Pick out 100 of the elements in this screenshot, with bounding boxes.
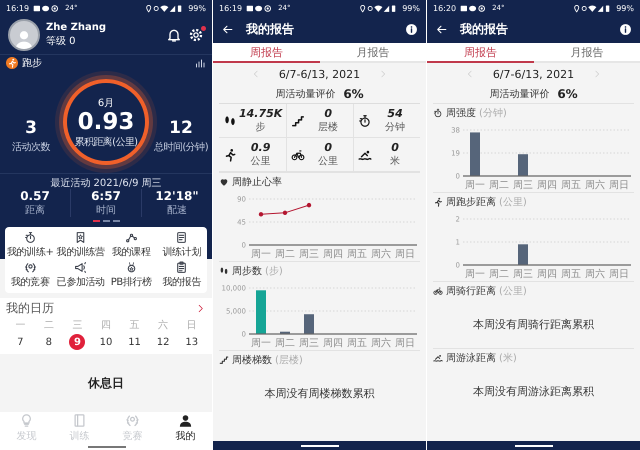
axis-label: 周二 (489, 180, 509, 191)
ring-value: 0.93 (78, 110, 134, 134)
shortcut-button[interactable]: 训练计划 (156, 230, 207, 260)
section-title: 周楼梯数 (232, 354, 272, 367)
stat-label: 活动次数 (12, 141, 50, 154)
avatar-placeholder[interactable] (8, 19, 40, 51)
back-arrow-icon[interactable] (221, 23, 234, 36)
section-unit: (公里) (499, 196, 527, 209)
recent-activity-title: 最近活动 2021/6/9 周三 (0, 173, 212, 189)
calendar-date[interactable]: 8 (40, 334, 57, 350)
person-icon (178, 413, 193, 428)
back-arrow-icon[interactable] (435, 23, 448, 36)
axis-label: 周日 (609, 180, 629, 191)
section-unit: (层楼) (275, 354, 303, 367)
tab[interactable]: 周报告 (427, 43, 534, 63)
stopwatch-icon (22, 231, 38, 244)
weekday-label: 日 (186, 319, 198, 332)
runner-icon (433, 197, 443, 207)
axis-label: 周三 (299, 338, 319, 349)
axis-label: 周四 (323, 249, 343, 260)
status-icons-drawing (146, 4, 184, 12)
weekday-label: 五 (128, 319, 141, 332)
stat-value: 0 (391, 141, 399, 154)
tab[interactable]: 月报告 (320, 43, 426, 63)
user-name: Zhe Zhang (46, 22, 106, 33)
sport-label[interactable]: 跑步 (22, 56, 42, 70)
calendar-date[interactable]: 13 (184, 334, 200, 350)
stat-unit: 步 (256, 120, 266, 134)
calendar-date[interactable]: 12 (155, 334, 172, 350)
tab[interactable]: 月报告 (534, 43, 640, 63)
tab[interactable]: 周报告 (213, 43, 320, 63)
screen-title: 我的报告 (246, 21, 294, 38)
bar (518, 244, 528, 265)
heart-icon (219, 177, 229, 187)
stat-value: 14.75K (239, 107, 282, 120)
swimmer-icon (433, 353, 443, 363)
page-indicator[interactable] (102, 220, 110, 222)
bar-chart-icon[interactable] (194, 57, 206, 69)
page-indicator[interactable] (112, 220, 120, 222)
axis-label: 周一 (251, 249, 271, 260)
laurel-icon (22, 261, 38, 274)
ring-month: 6月 (98, 96, 114, 110)
score-label: 周活动量评价 (275, 88, 336, 101)
settings-icon[interactable] (188, 27, 204, 43)
axis-label: 周五 (561, 269, 581, 280)
route-icon (124, 231, 139, 244)
user-level: 等级 0 (46, 35, 77, 48)
section-unit: (步) (265, 264, 283, 278)
section-title: 周步数 (232, 264, 262, 278)
section-title: 周跑步距离 (446, 196, 496, 209)
runner-icon (223, 148, 237, 162)
axis-label: 周三 (299, 249, 319, 260)
shortcut-button[interactable]: PB排行榜 (106, 260, 156, 290)
stat-value: 0.9 (250, 141, 270, 154)
axis-label: 周六 (371, 338, 391, 349)
book-icon (72, 413, 87, 428)
stat-value: 54 (387, 107, 403, 120)
battery-level: 99% (188, 4, 206, 12)
page-indicator[interactable] (92, 220, 100, 222)
section-title: 周游泳距离 (446, 352, 496, 365)
calendar-date[interactable]: 9 (69, 334, 86, 350)
axis-label: 周一 (465, 269, 485, 280)
axis-label: 周五 (347, 338, 367, 349)
axis-label: 周四 (537, 180, 557, 191)
screen-title: 我的报告 (460, 21, 508, 38)
stat-unit: 公里 (250, 155, 271, 168)
info-icon[interactable] (619, 23, 632, 36)
bar (280, 332, 290, 334)
info-icon[interactable] (405, 23, 418, 36)
calendar-date[interactable]: 10 (98, 334, 114, 350)
shortcut-button[interactable]: 我的竞赛 (5, 260, 56, 290)
bicycle-icon (433, 286, 443, 296)
score-label: 周活动量评价 (489, 88, 550, 101)
weekday-label: 三 (71, 319, 84, 332)
shortcut-button[interactable]: 我的训练+ (5, 230, 56, 260)
axis-label: 周四 (323, 338, 343, 349)
bicycle-icon (291, 148, 306, 162)
axis-label: 周日 (395, 338, 415, 349)
shortcut-button[interactable]: 我的训练营 (56, 230, 106, 260)
bell-icon[interactable] (166, 27, 182, 43)
nav-tab[interactable]: 我的 (159, 412, 212, 450)
shortcut-button[interactable]: 我的报告 (156, 260, 207, 290)
empty-message: 本周没有周游泳距离累积 (473, 384, 594, 398)
laurel-icon (125, 413, 140, 428)
stairs-icon (219, 355, 229, 365)
calendar-date[interactable]: 7 (12, 334, 28, 350)
empty-message: 本周没有周楼梯数累积 (264, 386, 374, 400)
stat-unit: 公里 (318, 155, 338, 168)
weekday-label: 二 (42, 319, 55, 332)
weekday-label: 一 (14, 319, 26, 332)
calendar-date[interactable]: 11 (126, 334, 143, 350)
shortcut-button[interactable]: 我的课程 (106, 230, 156, 260)
megaphone-icon (73, 261, 88, 274)
status-time: 16:19 (219, 4, 242, 12)
shortcut-button[interactable]: 已参加活动 (56, 260, 106, 290)
stat-value: 3 (25, 118, 37, 138)
stat-unit: 米 (390, 154, 400, 168)
axis-label: 周一 (465, 180, 485, 191)
score-value: 6% (343, 87, 364, 101)
battery-level: 99% (402, 4, 420, 12)
